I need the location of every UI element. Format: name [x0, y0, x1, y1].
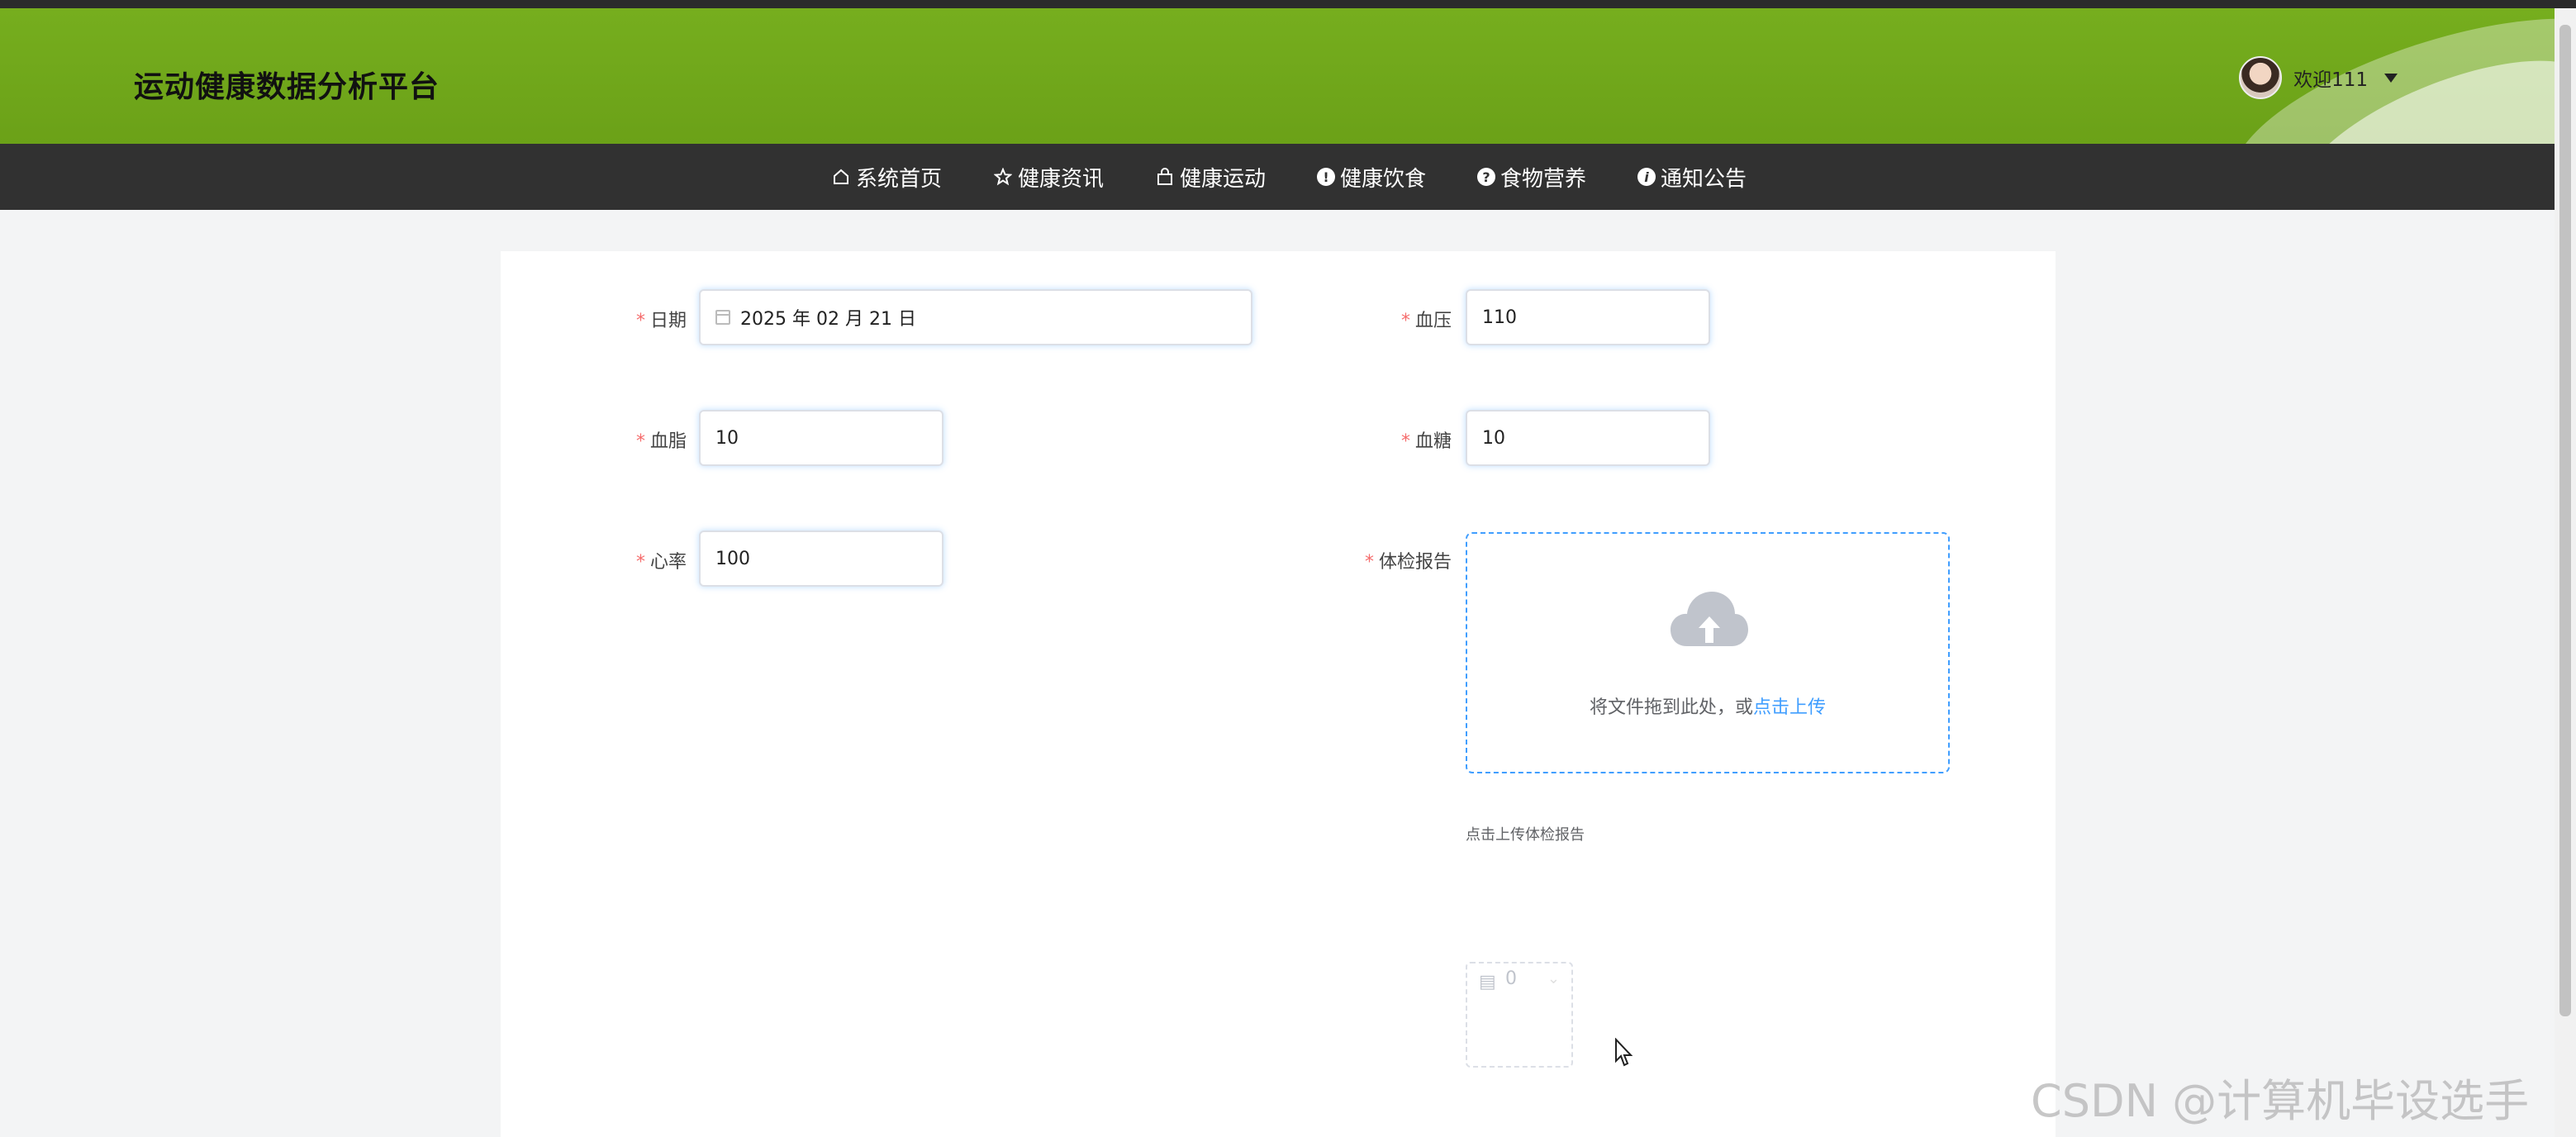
date-picker[interactable]: 2025 年 02 月 21 日: [699, 289, 1252, 345]
required-mark: *: [636, 431, 645, 452]
upload-tip: 点击上传体检报告: [1466, 826, 1585, 844]
page-scrollbar[interactable]: [2555, 8, 2576, 1137]
info-icon: i: [1637, 168, 1656, 186]
blood-pressure-input[interactable]: 110: [1466, 289, 1710, 345]
top-border: [0, 0, 2576, 8]
nav-label[interactable]: 系统首页: [856, 162, 942, 193]
required-mark: *: [636, 311, 645, 331]
nav-item-news[interactable]: 健康资讯: [993, 162, 1104, 193]
upload-click-link[interactable]: 点击上传: [1753, 697, 1826, 718]
main-nav: 系统首页 健康资讯 健康运动 ! 健康饮食 ? 食物营养 i 通知公告: [0, 144, 2555, 210]
mouse-cursor-icon: [1615, 1038, 1633, 1067]
home-icon: [831, 167, 851, 187]
upload-cloud-icon: [1671, 592, 1748, 646]
document-icon: ▤: [1479, 972, 1496, 992]
nav-label[interactable]: 健康饮食: [1340, 162, 1426, 193]
upload-drag-text: 将文件拖到此处，或: [1589, 697, 1753, 718]
star-icon: [993, 167, 1013, 187]
site-title: 运动健康数据分析平台: [134, 70, 440, 104]
blood-sugar-label: * 血糖: [1401, 431, 1452, 452]
blood-sugar-value: 10: [1482, 427, 1505, 449]
watermark: CSDN @计算机毕设选手: [2031, 1075, 2530, 1127]
report-label: * 体检报告: [1365, 552, 1452, 573]
date-label: * 日期: [636, 311, 687, 331]
report-upload-dropzone[interactable]: 将文件拖到此处，或点击上传: [1466, 532, 1950, 773]
scrollbar-thumb[interactable]: [2559, 25, 2571, 1016]
calendar-icon: [715, 310, 730, 325]
blood-lipid-input[interactable]: 10: [699, 410, 943, 466]
nav-item-exercise[interactable]: 健康运动: [1155, 162, 1266, 193]
upload-instructions: 将文件拖到此处，或点击上传: [1467, 692, 1948, 719]
required-mark: *: [636, 552, 645, 573]
nav-item-diet[interactable]: ! 健康饮食: [1317, 162, 1426, 193]
heart-rate-input[interactable]: 100: [699, 530, 943, 587]
required-mark: *: [1365, 552, 1374, 573]
nav-item-home[interactable]: 系统首页: [831, 162, 942, 193]
required-mark: *: [1401, 431, 1410, 452]
nav-label[interactable]: 健康资讯: [1018, 162, 1104, 193]
upload-preview-card[interactable]: ▤ 0 ⌄: [1466, 962, 1573, 1068]
blood-lipid-label: * 血脂: [636, 431, 687, 452]
nav-label[interactable]: 通知公告: [1661, 162, 1747, 193]
user-menu[interactable]: 欢迎111: [2239, 56, 2398, 99]
blood-pressure-label: * 血压: [1401, 311, 1452, 331]
chevron-down-icon: ⌄: [1547, 970, 1560, 987]
blood-lipid-value: 10: [715, 427, 739, 449]
date-value: 2025 年 02 月 21 日: [740, 309, 916, 330]
header: 运动健康数据分析平台 欢迎111: [0, 8, 2555, 144]
exclamation-icon: !: [1317, 168, 1335, 186]
nav-item-nutrition[interactable]: ? 食物营养: [1477, 162, 1586, 193]
blood-pressure-value: 110: [1482, 307, 1517, 328]
bag-icon: [1155, 167, 1175, 187]
blood-sugar-input[interactable]: 10: [1466, 410, 1710, 466]
caret-down-icon[interactable]: [2384, 73, 2398, 83]
avatar[interactable]: [2239, 56, 2283, 99]
required-mark: *: [1401, 311, 1410, 331]
user-greeting[interactable]: 欢迎111: [2293, 64, 2368, 92]
nav-label[interactable]: 健康运动: [1180, 162, 1266, 193]
nav-label[interactable]: 食物营养: [1500, 162, 1586, 193]
preview-count: 0: [1505, 968, 1517, 989]
heart-rate-value: 100: [715, 548, 750, 569]
heart-rate-label: * 心率: [636, 552, 687, 573]
nav-item-notice[interactable]: i 通知公告: [1637, 162, 1747, 193]
question-icon: ?: [1477, 168, 1496, 186]
